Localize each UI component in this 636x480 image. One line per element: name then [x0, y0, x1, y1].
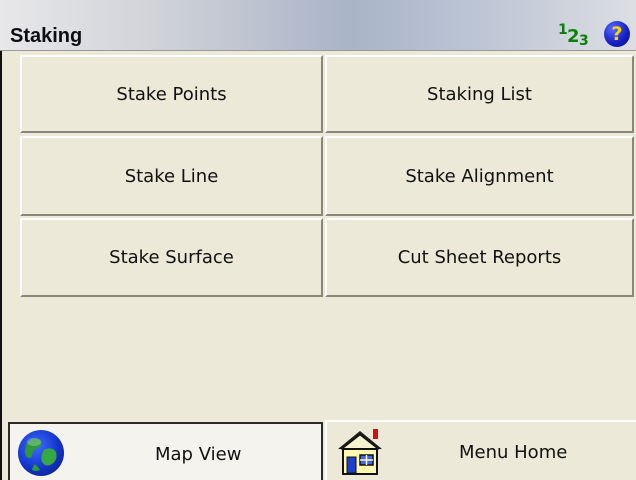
stake-surface-button[interactable]: Stake Surface — [20, 218, 323, 297]
stake-alignment-button[interactable]: Stake Alignment — [325, 136, 634, 216]
left-frame-border — [0, 51, 2, 480]
keypad-digit-2: 2 — [567, 26, 580, 47]
stake-line-button[interactable]: Stake Line — [20, 136, 323, 216]
help-icon[interactable]: ? — [604, 21, 630, 47]
page-title: Staking — [10, 25, 83, 47]
cut-sheet-reports-button[interactable]: Cut Sheet Reports — [325, 218, 634, 297]
globe-icon — [18, 430, 64, 476]
staking-list-button[interactable]: Staking List — [325, 55, 634, 133]
map-view-label: Map View — [155, 444, 242, 465]
menu-home-label: Menu Home — [459, 442, 568, 463]
stake-points-button[interactable]: Stake Points — [20, 55, 323, 133]
title-bar: Staking 1 2 3 ? — [0, 0, 636, 51]
map-view-button[interactable]: Map View — [8, 422, 323, 480]
staking-screen: Staking 1 2 3 ? Stake Points Staking Lis… — [0, 0, 636, 480]
keypad-digit-3: 3 — [579, 33, 589, 49]
house-icon — [335, 427, 385, 475]
menu-home-button[interactable]: Menu Home — [325, 420, 636, 480]
numeric-keypad-icon[interactable]: 1 2 3 — [557, 18, 597, 49]
